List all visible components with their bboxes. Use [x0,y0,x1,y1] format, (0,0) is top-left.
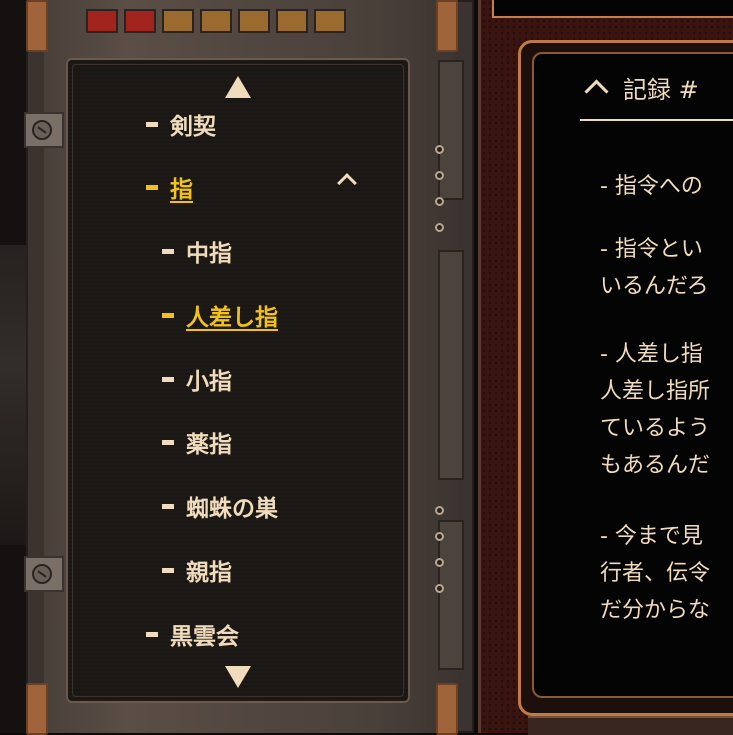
record-line: - 指令とい [600,237,703,262]
category-list-inner-border [72,64,404,697]
scroll-up-arrow-icon[interactable] [225,76,251,98]
status-light [314,9,346,33]
record-bottom-rail [528,716,733,735]
menu-item-label: 人差し指 [186,305,278,331]
bullet-dash [162,567,174,573]
background-artwork [0,245,26,545]
record-line: だ分からな [600,598,711,623]
record-paragraph: - 今まで見 行者、伝令 だ分からな [600,518,710,629]
menu-item-swordsign[interactable]: 剣契 [146,107,216,141]
rivet-icon [435,558,444,567]
menu-subitem-middle-finger[interactable]: 中指 [162,234,232,268]
record-line: 人差し指所 [600,379,711,404]
record-line: ているよう [600,416,711,441]
menu-item-label: 親指 [186,560,232,586]
bullet-dash [162,376,174,382]
status-light [86,9,118,33]
bullet-dash [162,248,174,254]
record-line: - 指令への [600,174,703,199]
screw-icon [32,120,52,140]
menu-item-label: 薬指 [186,432,232,458]
menu-item-label: 蜘蛛の巣 [186,496,278,522]
record-line: もあるんだ [600,453,711,478]
scroll-down-arrow-icon[interactable] [225,666,251,688]
menu-subitem-index-finger[interactable]: 人差し指 [162,298,278,332]
record-line: - 人差し指 [600,342,703,367]
record-line: いるんだろ [600,274,709,299]
bullet-dash [162,439,174,445]
frame-side-bar [438,520,464,670]
menu-subitem-ring-finger[interactable]: 薬指 [162,425,232,459]
rivet-icon [435,171,444,180]
menu-item-label: 指 [170,177,193,203]
bullet-dash [162,503,174,509]
menu-item-label: 剣契 [170,114,216,140]
status-light [162,9,194,33]
frame-corner-top-left [26,0,48,52]
rivet-icon [435,197,444,206]
record-header[interactable]: 記録 # [582,70,699,105]
collapse-chevron-up-icon[interactable] [584,79,609,104]
bullet-dash [146,121,158,127]
status-light [238,9,270,33]
rivet-icon [435,223,444,232]
frame-corner-bottom-left [26,683,48,735]
status-light [276,9,308,33]
record-line: 行者、伝令 [600,561,711,586]
bullet-dash [162,312,174,318]
record-paragraph: - 指令への [600,168,703,205]
menu-item-label: 中指 [186,241,232,267]
frame-corner-top-right [436,0,458,52]
rivet-icon [435,532,444,541]
menu-subitem-thumb[interactable]: 親指 [162,553,232,587]
status-light [124,9,156,33]
header-divider [580,119,733,121]
menu-subitem-spider-web[interactable]: 蜘蛛の巣 [162,489,278,523]
rivet-icon [435,506,444,515]
record-paragraph: - 人差し指 人差し指所 ているよう もあるんだ [600,336,710,484]
rivet-icon [435,584,444,593]
screw-icon [32,564,52,584]
menu-item-label: 黒雲会 [170,624,239,650]
menu-item-finger[interactable]: 指 [146,170,193,204]
rivet-icon [435,145,444,154]
record-header-title: 記録 # [623,76,699,104]
menu-item-black-cloud[interactable]: 黒雲会 [146,617,239,651]
menu-item-label: 小指 [186,369,232,395]
bullet-dash [146,184,158,190]
record-paragraph: - 指令とい いるんだろ [600,231,709,305]
record-line: - 今まで見 [600,524,703,549]
record-title-tab [492,0,733,18]
status-light [200,9,232,33]
frame-side-bar [438,250,464,480]
status-lights [86,9,346,33]
menu-subitem-pinky[interactable]: 小指 [162,362,232,396]
bullet-dash [146,631,158,637]
frame-corner-bottom-right [436,683,458,735]
